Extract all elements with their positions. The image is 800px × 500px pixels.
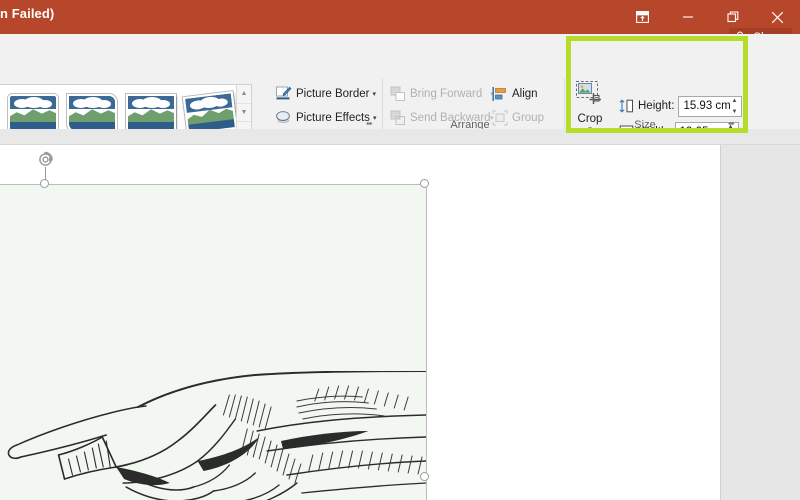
picture-border-button[interactable]: Picture Border ▾	[275, 83, 375, 104]
height-spin-up-icon[interactable]: ▲	[731, 98, 737, 104]
height-spin-down-icon[interactable]: ▼	[731, 109, 737, 115]
title-bar: n Failed)	[0, 0, 800, 34]
height-label: Height:	[638, 100, 674, 112]
pointing-hand-illustration[interactable]	[0, 184, 427, 500]
picture-effects-button[interactable]: Picture Effects ▾	[275, 107, 375, 128]
gallery-scroll-down-icon[interactable]: ▼	[237, 104, 251, 123]
height-value: 15.93 cm	[679, 100, 730, 112]
slide-workspace	[0, 145, 800, 500]
style-rounded-diagonal-icon	[67, 94, 117, 132]
ribbon-display-options-button[interactable]	[620, 0, 665, 34]
handle-top-right[interactable]	[420, 179, 429, 188]
hand-drawing	[0, 371, 426, 500]
align-label: Align	[512, 88, 538, 100]
picture-style-thumbnail[interactable]	[184, 93, 236, 133]
crop-icon	[570, 80, 610, 112]
style-drop-shadow-icon	[126, 94, 176, 132]
height-spinner[interactable]: ▲ ▼	[730, 98, 738, 115]
slide-canvas[interactable]	[0, 145, 721, 500]
bring-forward-label: Bring Forward	[410, 88, 482, 100]
picture-effects-caret-icon[interactable]: ▾	[373, 114, 377, 122]
ribbon: ▲ ▼ ≡ Picture Border ▾	[0, 34, 800, 131]
minimize-button[interactable]	[665, 0, 710, 34]
style-rotated-white-icon	[183, 91, 237, 135]
ribbon-underbar	[0, 129, 800, 145]
height-icon	[618, 98, 635, 115]
send-backward-icon	[390, 110, 406, 126]
size-dialog-launcher[interactable]: ⬌	[728, 119, 735, 128]
picture-effects-label: Picture Effects	[296, 112, 370, 124]
picture-style-thumbnail[interactable]	[7, 93, 59, 133]
picture-style-thumbnail[interactable]	[125, 93, 177, 133]
picture-border-label: Picture Border	[296, 88, 370, 100]
gallery-scroll-up-icon[interactable]: ▲	[237, 85, 251, 104]
window-title: n Failed)	[0, 6, 54, 21]
handle-top-left[interactable]	[40, 179, 49, 188]
picture-border-caret-icon[interactable]: ▾	[373, 90, 377, 98]
powerpoint-window: n Failed)	[0, 0, 800, 500]
picture-style-thumbnail[interactable]	[66, 93, 118, 133]
align-button[interactable]: Align	[492, 86, 564, 102]
picture-styles-dialog-launcher[interactable]: ⬌	[366, 119, 373, 128]
effects-icon	[275, 109, 292, 126]
bring-forward-button[interactable]: Bring Forward	[390, 86, 487, 102]
height-input[interactable]: 15.93 cm ▲ ▼	[678, 96, 742, 117]
style-beveled-matte-icon	[8, 94, 58, 132]
height-row: Height: 15.93 cm ▲ ▼	[618, 95, 742, 117]
align-icon	[492, 86, 508, 102]
pencil-border-icon	[275, 85, 292, 102]
handle-middle-right[interactable]	[420, 472, 429, 481]
bring-forward-icon	[390, 86, 406, 102]
